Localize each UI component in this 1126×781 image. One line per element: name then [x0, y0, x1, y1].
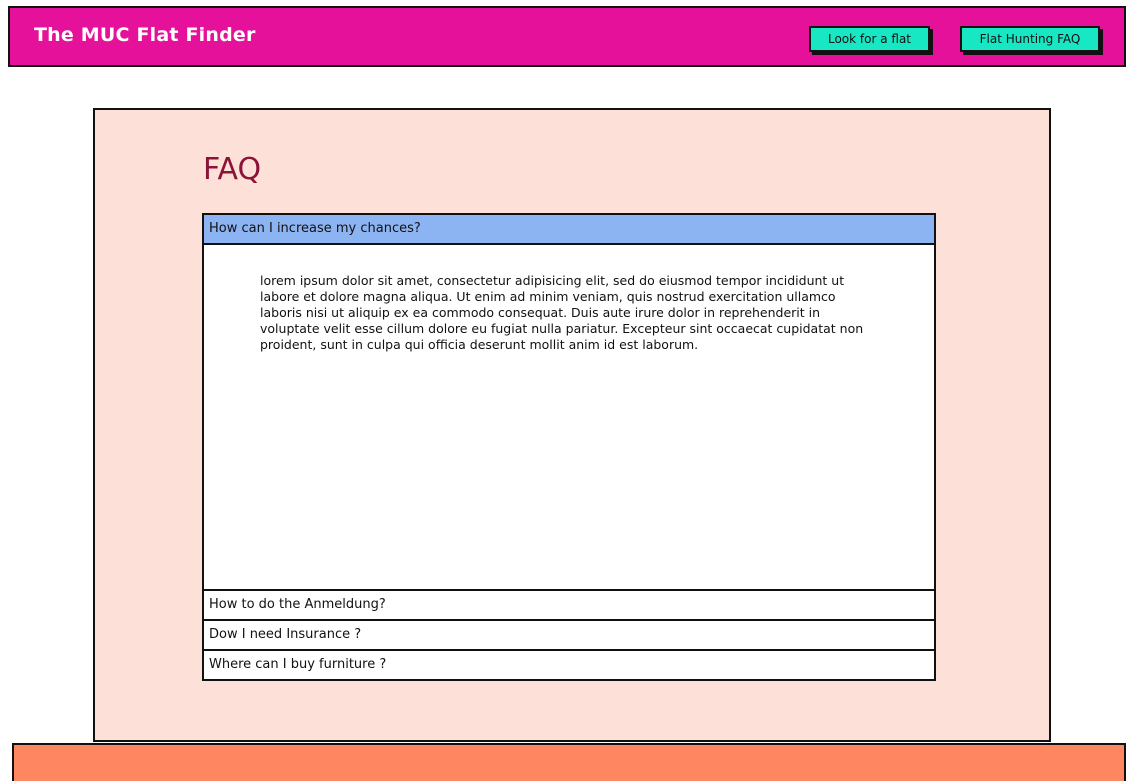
faq-answer-text: lorem ipsum dolor sit amet, consectetur … [260, 273, 864, 352]
faq-item-furniture[interactable]: Where can I buy furniture ? [202, 649, 936, 681]
faq-answer-panel: lorem ipsum dolor sit amet, consectetur … [202, 245, 936, 591]
app-header: The MUC Flat Finder Look for a flat Flat… [8, 6, 1126, 67]
faq-card: FAQ How can I increase my chances? lorem… [93, 108, 1051, 742]
faq-item-insurance[interactable]: Dow I need Insurance ? [202, 619, 936, 651]
nav-flat-hunting-faq-button[interactable]: Flat Hunting FAQ [960, 26, 1100, 52]
faq-item-increase-chances[interactable]: How can I increase my chances? [202, 213, 936, 245]
footer-bar [12, 743, 1126, 781]
page-title: FAQ [203, 152, 262, 187]
faq-accordion: How can I increase my chances? lorem ips… [202, 213, 936, 681]
faq-item-anmeldung[interactable]: How to do the Anmeldung? [202, 589, 936, 621]
nav-look-for-flat-button[interactable]: Look for a flat [809, 26, 930, 52]
app-title: The MUC Flat Finder [34, 24, 256, 46]
